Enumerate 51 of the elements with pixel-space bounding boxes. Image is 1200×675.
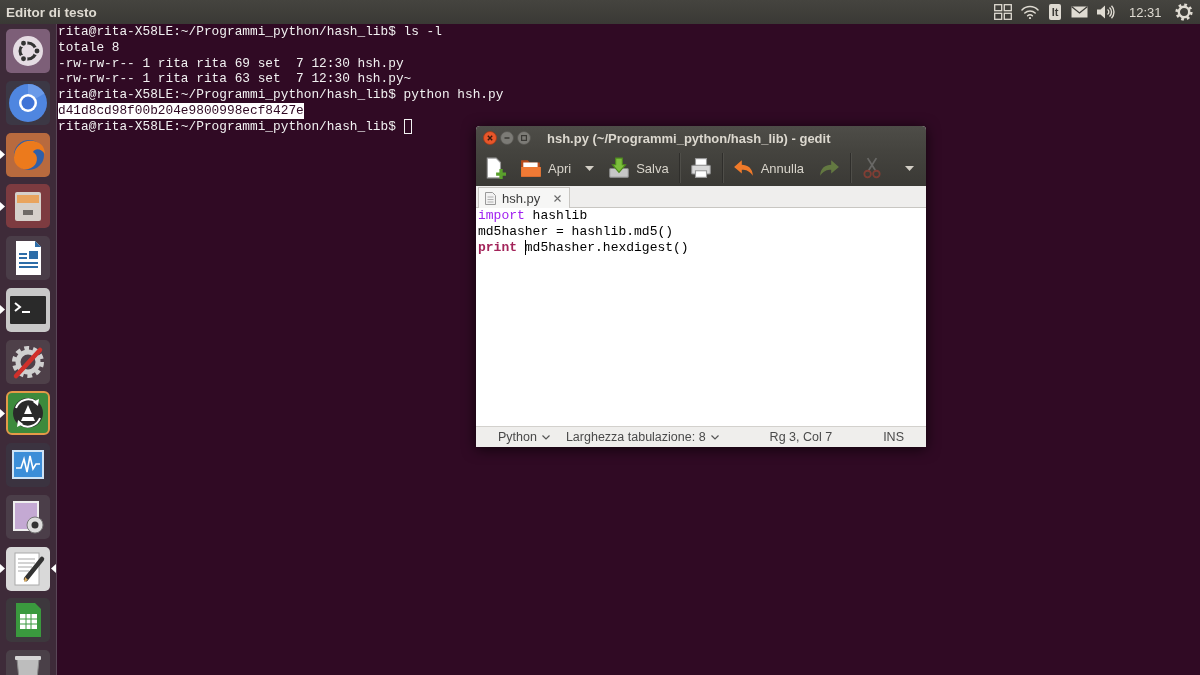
terminal-icon[interactable] xyxy=(5,286,51,333)
close-icon[interactable] xyxy=(554,194,562,202)
chevron-icon xyxy=(541,434,550,440)
settings-icon[interactable] xyxy=(1175,3,1193,21)
file-icon xyxy=(485,191,496,205)
gear-screwdriver-icon[interactable] xyxy=(5,338,51,385)
clock[interactable]: 12:31 xyxy=(1128,4,1162,20)
app-title: Editor di testo xyxy=(6,4,97,20)
download-tray-icon xyxy=(608,157,631,179)
maximize-icon[interactable] xyxy=(517,131,531,145)
document-icon[interactable] xyxy=(5,235,51,281)
globe-logo-icon[interactable] xyxy=(5,131,51,178)
editor-text-area[interactable]: import hashlib md5hasher = hashlib.md5() print md5hasher.hexdigest() xyxy=(476,208,926,426)
window-title: hsh.py (~/Programmi_python/hash_lib) - gedit xyxy=(547,130,831,146)
caret-icon xyxy=(905,165,914,171)
workspaces-icon[interactable] xyxy=(993,4,1012,20)
wifi-icon[interactable] xyxy=(1021,5,1040,19)
mail-icon[interactable] xyxy=(1070,6,1088,18)
terminal-line: -rw-rw-r-- 1 rita rita 69 set 7 12:30 hsh.py xyxy=(58,55,404,72)
code-line: md5hasher = hashlib.md5() xyxy=(478,224,674,240)
pulse-monitor-icon[interactable] xyxy=(5,442,51,488)
pencil-document-icon[interactable] xyxy=(5,545,51,592)
terminal-line: totale 8 xyxy=(58,39,120,56)
terminal-line: rita@rita-X58LE:~/Programmi_python/hash_lib$ xyxy=(58,118,396,135)
undo-button[interactable]: Annulla xyxy=(728,154,809,182)
folder-icon xyxy=(520,157,542,179)
caret-icon xyxy=(585,165,595,171)
volume-icon[interactable] xyxy=(1097,5,1116,19)
status-text: Rg 3, Col 7 xyxy=(769,430,833,444)
new-document-icon xyxy=(484,157,506,179)
spreadsheet-icon[interactable] xyxy=(5,597,51,644)
ring-logo-icon[interactable] xyxy=(5,79,51,126)
open-button[interactable]: Apri xyxy=(516,154,576,182)
code-line: print md5hasher.hexdigest() xyxy=(478,240,689,256)
webcam-icon[interactable] xyxy=(5,493,51,540)
status-dropdown[interactable]: Larghezza tabulazione: 8 xyxy=(565,430,719,444)
status-text: INS xyxy=(883,430,904,444)
terminal-line: rita@rita-X58LE:~/Programmi_python/hash_lib$ ls -l xyxy=(58,24,442,40)
file-tab[interactable]: hsh.py xyxy=(478,187,571,208)
circle-logo-icon[interactable] xyxy=(5,28,51,74)
terminal-line: -rw-rw-r-- 1 rita rita 63 set 7 12:30 hsh.py~ xyxy=(58,71,412,88)
update-arrows-icon[interactable] xyxy=(5,390,51,437)
printer-icon xyxy=(689,157,712,179)
code-line: import hashlib xyxy=(478,208,588,224)
chevron-icon xyxy=(710,434,719,440)
terminal-line: rita@rita-X58LE:~/Programmi_python/hash_lib$ python hsh.py xyxy=(58,87,504,103)
save-button[interactable]: Salva xyxy=(604,154,673,182)
file-cabinet-icon[interactable] xyxy=(5,183,51,230)
status-dropdown[interactable]: Python xyxy=(498,430,550,444)
close-icon[interactable] xyxy=(483,131,497,145)
keyboard-layout-indicator[interactable]: It xyxy=(1048,4,1062,20)
